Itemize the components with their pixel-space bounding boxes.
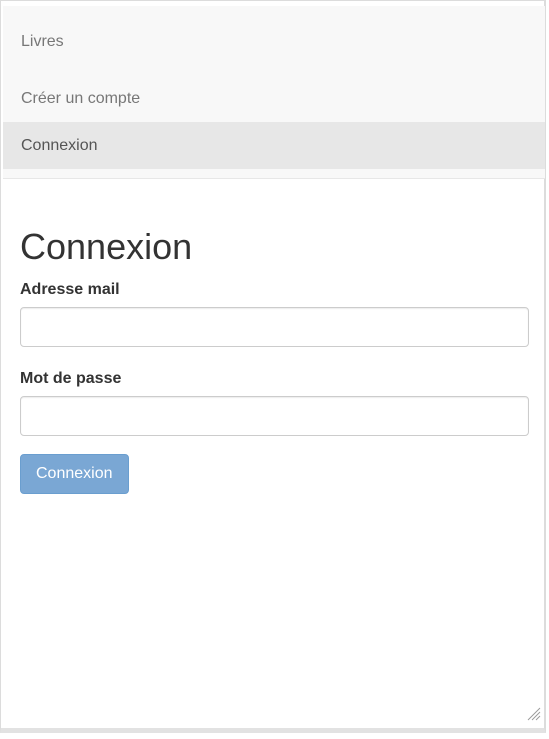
nav-item-create-account[interactable]: Créer un compte bbox=[3, 75, 545, 122]
nav-item-books-label: Livres bbox=[21, 33, 64, 50]
email-field[interactable] bbox=[20, 307, 529, 347]
email-label: Adresse mail bbox=[20, 281, 120, 298]
nav-item-create-account-label: Créer un compte bbox=[21, 90, 141, 107]
login-form-section: Connexion Adresse mail Mot de passe Conn… bbox=[20, 223, 529, 494]
navbar-collapse-menu: Livres Créer un compte Connexion bbox=[3, 6, 545, 179]
login-button[interactable]: Connexion bbox=[20, 454, 129, 494]
password-label: Mot de passe bbox=[20, 370, 122, 387]
page-title: Connexion bbox=[20, 226, 193, 267]
nav-item-login-label: Connexion bbox=[21, 137, 98, 154]
nav-item-login[interactable]: Connexion bbox=[3, 122, 545, 169]
resize-grip-icon[interactable] bbox=[525, 705, 541, 721]
browser-viewport: Livres Créer un compte Connexion Connexi… bbox=[0, 0, 546, 733]
password-field[interactable] bbox=[20, 396, 529, 436]
nav-item-books[interactable]: Livres bbox=[3, 18, 545, 65]
